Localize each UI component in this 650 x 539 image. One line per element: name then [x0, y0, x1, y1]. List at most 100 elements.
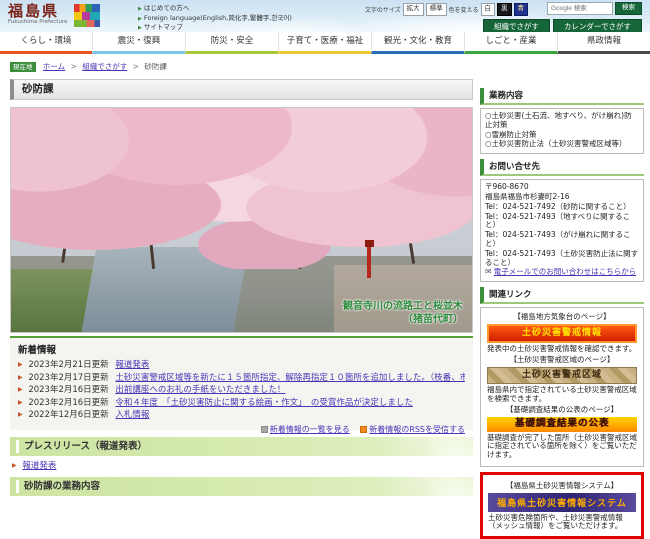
breadcrumb-home[interactable]: ホーム [43, 62, 65, 71]
breadcrumb-separator: > [133, 62, 139, 71]
link-foreign-language[interactable]: ▶Foreign language(English,简化字,繁體字,한국어) [138, 14, 292, 24]
duties-header: 砂防課の業務内容 [10, 477, 473, 496]
contact-postal: 〒960-8670 [485, 183, 639, 192]
link-group-desc: 土砂災害危険箇所や、土砂災害警戒情報（メッシュ情報）をご覧いただけます。 [488, 514, 636, 531]
bullet-icon: ▶ [18, 374, 23, 381]
list-icon [261, 426, 268, 433]
news-link[interactable]: 入札情報 [115, 410, 149, 420]
color-blue-button[interactable]: 青 [514, 3, 529, 16]
breadcrumb: 現在地 ホーム > 組織でさがす > 砂防課 [10, 61, 167, 72]
red-lamp-post [367, 242, 371, 278]
breadcrumb-separator: > [71, 62, 77, 71]
disaster-system-highlight-box: 【福島県土砂災害情報システム】 福島県土砂災害情報システム 土砂災害危険箇所や、… [480, 472, 644, 539]
news-date: 2023年2月17日更新 [28, 373, 108, 383]
duty-item: ○土砂災害(土石流、地すべり、がけ崩れ)防止対策 [485, 112, 639, 130]
prefecture-name-en: Fukushima Prefecture [8, 19, 67, 25]
color-black-button[interactable]: 黒 [497, 3, 512, 16]
nav-tourism-culture[interactable]: 観光・文化・教育 [371, 32, 464, 54]
duty-item: ○土砂災害防止法（土砂災害警戒区域等） [485, 140, 639, 149]
nav-childcare-welfare[interactable]: 子育て・医療・福祉 [278, 32, 371, 54]
site-header: 福島県 Fukushima Prefecture ▶はじめての方へ ▶Forei… [0, 0, 650, 32]
news-link[interactable]: 報道発表 [115, 360, 149, 370]
link-group-label: 【基礎調査結果の公表のページ】 [485, 406, 639, 415]
news-date: 2023年2月16日更新 [28, 398, 108, 408]
news-link[interactable]: 土砂災害警戒区域等を新たに１５箇所指定、解除再指定１０箇所を追加しました。（枝番… [115, 373, 465, 383]
utility-links: ▶はじめての方へ ▶Foreign language(English,简化字,繁… [138, 4, 292, 33]
rss-icon [360, 426, 367, 433]
news-rss-link[interactable]: 新着情報のRSSを受信する [369, 425, 465, 434]
sidebar-contact-title: お問い合せ先 [480, 159, 644, 176]
global-nav: くらし・環境 震災・復興 防災・安全 子育て・医療・福祉 観光・文化・教育 しご… [0, 32, 650, 54]
color-change-label: 色を変える [449, 5, 479, 14]
news-date: 2023年2月16日更新 [28, 385, 108, 395]
mail-icon: ✉ [485, 267, 492, 276]
red-lamp-head [365, 240, 374, 247]
news-date: 2023年2月21日更新 [28, 360, 108, 370]
sidebar-links-title: 関連リンク [480, 287, 644, 304]
press-link-row: ▶ 報道発表 [12, 459, 56, 471]
font-enlarge-button[interactable]: 拡大 [403, 3, 424, 16]
search-button[interactable]: 検索 [615, 2, 642, 15]
nav-safety[interactable]: 防災・安全 [185, 32, 278, 54]
link-group-label: 【福島県土砂災害情報システム】 [486, 480, 638, 491]
page-title: 砂防課 [10, 79, 473, 100]
sidebar-duties-box: ○土砂災害(土石流、地すべり、がけ崩れ)防止対策 ○雪崩防止対策 ○土砂災害防止… [480, 108, 644, 154]
sidebar-duties-title: 業務内容 [480, 88, 644, 105]
cherry-blossoms [11, 108, 472, 269]
news-date: 2022年12月6日更新 [28, 410, 108, 420]
main-photo: 観音寺川の流路工と桜並木 （猪苗代町） [10, 107, 473, 333]
news-item: ▶ 2023年2月16日更新 出前講座へのお礼の手紙をいただきました！ [18, 384, 465, 397]
news-item: ▶ 2023年2月16日更新 令和４年度 「土砂災害防止に関する絵画・作文」 の… [18, 397, 465, 410]
site-search: 検索 [547, 2, 642, 15]
site-logo[interactable]: 福島県 Fukushima Prefecture [8, 4, 100, 27]
photo-caption: 観音寺川の流路工と桜並木 （猪苗代町） [343, 300, 463, 326]
news-link[interactable]: 令和４年度 「土砂災害防止に関する絵画・作文」 の受賞作品が決定しました [115, 398, 413, 408]
current-location-badge: 現在地 [10, 62, 36, 72]
bullet-icon: ▶ [12, 462, 17, 469]
disaster-info-system-banner[interactable]: 福島県土砂災害情報システム [488, 493, 636, 512]
nav-prefecture-info[interactable]: 県政情報 [557, 32, 650, 54]
nav-work-industry[interactable]: しごと・産業 [464, 32, 557, 54]
breadcrumb-org[interactable]: 組織でさがす [82, 62, 127, 71]
contact-mail-link[interactable]: 電子メールでのお問い合わせはこちらから [494, 267, 637, 276]
news-footer-links: 新着情報の一覧を見る 新着情報のRSSを受信する [18, 424, 465, 435]
arrow-icon: ▶ [138, 16, 142, 22]
news-list-link[interactable]: 新着情報の一覧を見る [270, 425, 350, 434]
warning-area-banner[interactable]: 土砂災害警戒区域 [487, 367, 637, 384]
nav-life-environment[interactable]: くらし・環境 [0, 32, 92, 54]
search-input[interactable] [547, 2, 613, 15]
bullet-icon: ▶ [18, 399, 23, 406]
link-group-desc: 発表中の土砂災害警戒情報を確認できます。 [487, 345, 637, 354]
press-release-link[interactable]: 報道発表 [22, 461, 56, 471]
breadcrumb-current: 砂防課 [144, 62, 167, 71]
link-group-desc: 基礎調査が完了した箇所（土砂災害警戒区域に指定されている箇所を除く）をご覧いただ… [487, 434, 637, 460]
news-item: ▶ 2023年2月21日更新 報道発表 [18, 359, 465, 372]
sidebar-links-box: 【福島地方気象台のページ】 土砂災害警戒情報 発表中の土砂災害警戒情報を確認でき… [480, 307, 644, 466]
contact-tel: Tel：024-521-7493（地すべりに関すること） [485, 213, 639, 231]
contact-tel: Tel：024-521-7493（土砂災害防止法に関すること） [485, 250, 639, 268]
news-section: 新着情報 ▶ 2023年2月21日更新 報道発表 ▶ 2023年2月17日更新 … [10, 336, 473, 430]
sidebar: 業務内容 ○土砂災害(土石流、地すべり、がけ崩れ)防止対策 ○雪崩防止対策 ○土… [480, 88, 644, 539]
survey-results-banner[interactable]: 基礎調査結果の公表 [487, 417, 637, 432]
accessibility-controls: 文字のサイズ 拡大 標準 色を変える 白 黒 青 [365, 3, 528, 16]
sidebar-contact-box: 〒960-8670 福島県福島市杉妻町2-16 Tel：024-521-7492… [480, 179, 644, 282]
prefecture-name: 福島県 [8, 4, 67, 19]
link-group-label: 【土砂災害警戒区域のページ】 [485, 356, 639, 365]
color-white-button[interactable]: 白 [481, 3, 496, 16]
bullet-icon: ▶ [18, 411, 23, 418]
press-release-header: プレスリリース（報道発表） [10, 437, 473, 456]
font-size-label: 文字のサイズ [365, 5, 401, 14]
contact-tel: Tel：024-521-7492（砂防に関すること） [485, 203, 639, 212]
fukushima-slogan-logo [74, 4, 100, 27]
arrow-icon: ▶ [138, 25, 142, 31]
warning-info-banner[interactable]: 土砂災害警戒情報 [487, 324, 637, 343]
link-first-time[interactable]: ▶はじめての方へ [138, 4, 292, 14]
news-item: ▶ 2022年12月6日更新 入札情報 [18, 409, 465, 422]
news-link[interactable]: 出前講座へのお礼の手紙をいただきました！ [115, 385, 285, 395]
bullet-icon: ▶ [18, 386, 23, 393]
font-standard-button[interactable]: 標準 [426, 3, 447, 16]
nav-disaster-recovery[interactable]: 震災・復興 [92, 32, 185, 54]
arrow-icon: ▶ [138, 6, 142, 12]
link-group-label: 【福島地方気象台のページ】 [485, 313, 639, 322]
news-item: ▶ 2023年2月17日更新 土砂災害警戒区域等を新たに１５箇所指定、解除再指定… [18, 372, 465, 385]
